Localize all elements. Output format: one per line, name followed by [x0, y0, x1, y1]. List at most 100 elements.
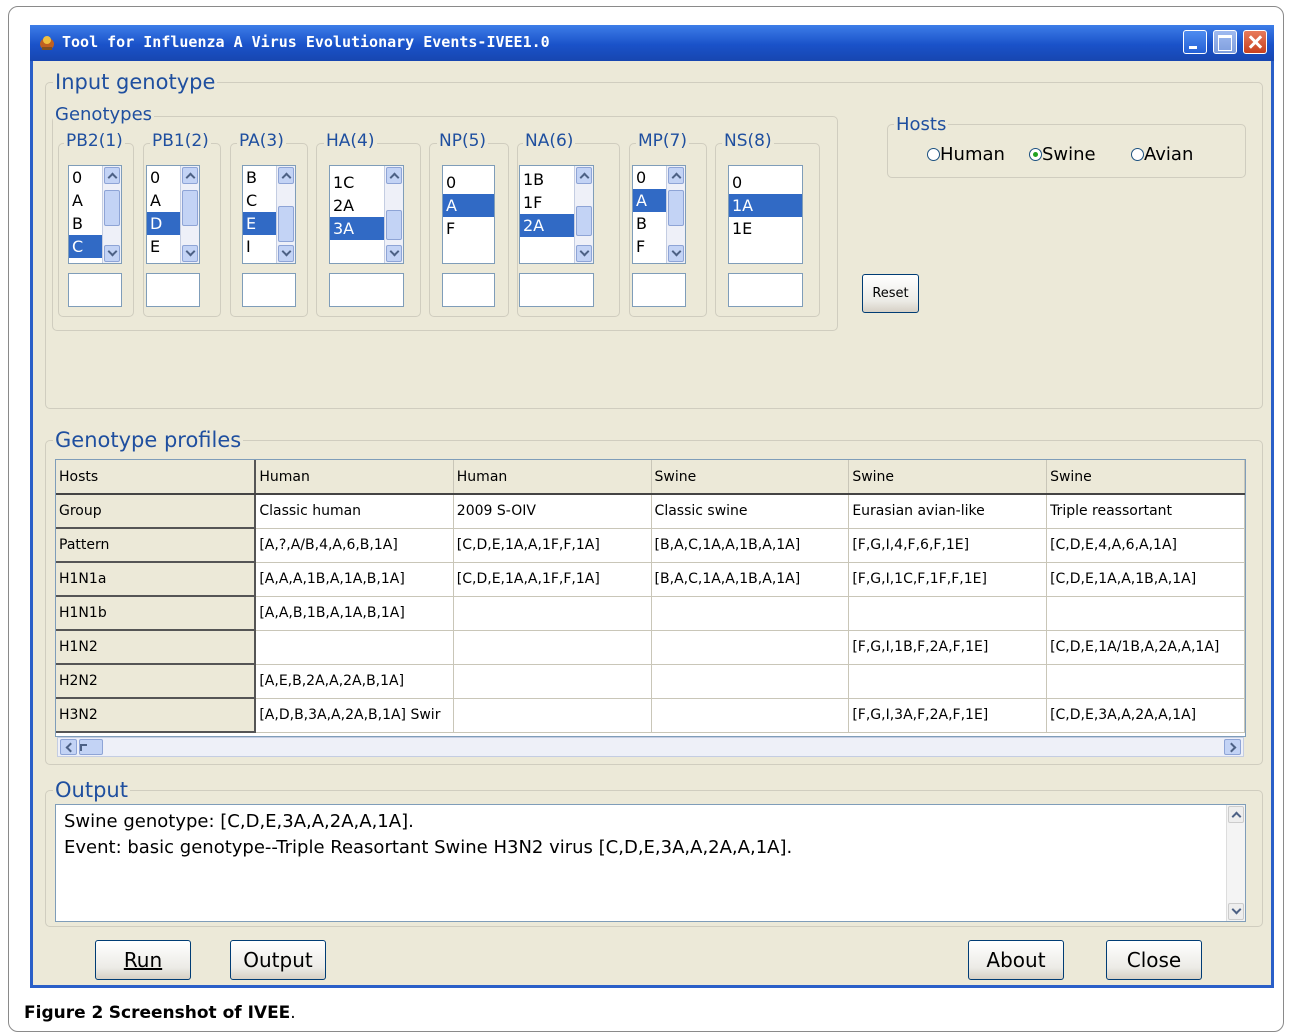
table-cell[interactable]: [C,D,E,4,A,6,A,1A] [1046, 528, 1245, 563]
scroll-down-icon[interactable] [1228, 903, 1244, 920]
segment-input-np[interactable] [442, 273, 495, 307]
list-item-selected[interactable]: A [443, 194, 494, 217]
table-horizontal-scrollbar[interactable] [57, 737, 1244, 757]
table-cell[interactable]: Swine [848, 460, 1048, 495]
scroll-thumb[interactable] [668, 190, 684, 226]
table-cell[interactable] [651, 596, 850, 631]
host-option-avian[interactable]: Avian [1131, 144, 1193, 165]
scroll-thumb[interactable] [104, 190, 120, 226]
about-button[interactable]: About [968, 940, 1064, 980]
table-cell[interactable]: [F,G,I,1B,F,2A,F,1E] [848, 630, 1048, 665]
table-cell[interactable]: Classic swine [651, 494, 850, 529]
scroll-down-icon[interactable] [278, 245, 294, 262]
scroll-down-icon[interactable] [668, 245, 684, 262]
output-scrollbar[interactable] [1226, 805, 1245, 921]
table-cell[interactable] [848, 664, 1048, 699]
table-cell[interactable]: Human [453, 460, 652, 495]
table-cell[interactable] [1046, 596, 1245, 631]
maximize-button[interactable] [1213, 30, 1237, 54]
reset-button[interactable]: Reset [862, 274, 919, 313]
scroll-right-icon[interactable] [1224, 739, 1241, 755]
table-cell[interactable]: [C,D,E,3A,A,2A,A,1A] [1046, 698, 1245, 733]
scrollbar[interactable] [574, 166, 593, 263]
scroll-thumb[interactable] [79, 739, 103, 755]
listbox-pb2[interactable]: 0 A B C [68, 165, 122, 264]
list-item-selected[interactable]: 2A [520, 214, 577, 237]
list-item[interactable]: F [443, 217, 494, 240]
table-cell[interactable] [453, 630, 652, 665]
table-cell[interactable]: Triple reassortant [1046, 494, 1245, 529]
close-window-button[interactable] [1243, 30, 1267, 54]
table-cell[interactable] [1046, 664, 1245, 699]
segment-input-pa[interactable] [242, 273, 296, 307]
table-cell[interactable] [453, 596, 652, 631]
scroll-thumb[interactable] [182, 190, 198, 226]
segment-input-na[interactable] [519, 273, 594, 307]
table-cell[interactable]: [A,D,B,3A,A,2A,B,1A] Swir [255, 698, 454, 733]
table-cell[interactable]: [F,G,I,4,F,6,F,1E] [848, 528, 1048, 563]
radio-selected-icon[interactable] [1029, 148, 1042, 161]
scroll-up-icon[interactable] [182, 167, 198, 184]
table-cell[interactable] [255, 630, 454, 665]
segment-input-mp[interactable] [632, 273, 686, 307]
table-cell[interactable]: [B,A,C,1A,A,1B,A,1A] [651, 562, 850, 597]
listbox-mp[interactable]: 0 A B F [632, 165, 686, 264]
output-button[interactable]: Output [230, 940, 326, 980]
scrollbar[interactable] [102, 166, 121, 263]
scroll-left-icon[interactable] [60, 739, 77, 755]
host-option-human[interactable]: Human [927, 144, 1005, 165]
scroll-down-icon[interactable] [576, 245, 592, 262]
listbox-np[interactable]: 0 A F [442, 165, 495, 264]
segment-input-ns[interactable] [728, 273, 803, 307]
scroll-down-icon[interactable] [386, 245, 402, 262]
scroll-up-icon[interactable] [1228, 806, 1244, 823]
table-cell[interactable] [848, 596, 1048, 631]
scroll-up-icon[interactable] [668, 167, 684, 184]
minimize-button[interactable] [1183, 30, 1207, 54]
table-cell[interactable]: [C,D,E,1A/1B,A,2A,A,1A] [1046, 630, 1245, 665]
table-cell[interactable]: [A,E,B,2A,A,2A,B,1A] [255, 664, 454, 699]
table-cell[interactable]: [A,?,A/B,4,A,6,B,1A] [255, 528, 454, 563]
table-cell[interactable]: [A,A,B,1B,A,1A,B,1A] [255, 596, 454, 631]
table-cell[interactable]: Human [255, 460, 454, 495]
list-item-selected[interactable]: 1A [729, 194, 802, 217]
scrollbar[interactable] [384, 166, 403, 263]
table-cell[interactable]: [B,A,C,1A,A,1B,A,1A] [651, 528, 850, 563]
list-item[interactable]: 1E [729, 217, 802, 240]
scrollbar[interactable] [666, 166, 685, 263]
scroll-thumb[interactable] [386, 210, 402, 240]
table-cell[interactable]: Swine [651, 460, 850, 495]
segment-input-pb1[interactable] [146, 273, 200, 307]
table-cell[interactable] [453, 664, 652, 699]
scroll-up-icon[interactable] [104, 167, 120, 184]
table-cell[interactable]: [C,D,E,1A,A,1F,F,1A] [453, 528, 652, 563]
table-cell[interactable]: Eurasian avian-like [848, 494, 1048, 529]
list-item[interactable]: 0 [729, 171, 802, 194]
scroll-up-icon[interactable] [278, 167, 294, 184]
run-button[interactable]: Run [95, 940, 191, 980]
scrollbar[interactable] [180, 166, 199, 263]
scroll-up-icon[interactable] [576, 167, 592, 184]
radio-icon[interactable] [1131, 148, 1144, 161]
table-cell[interactable] [453, 698, 652, 733]
scroll-down-icon[interactable] [182, 245, 198, 262]
profiles-table[interactable]: Hosts Human Human Swine Swine Swine Grou… [55, 459, 1246, 737]
close-button[interactable]: Close [1106, 940, 1202, 980]
scroll-down-icon[interactable] [104, 245, 120, 262]
table-cell[interactable]: Swine [1046, 460, 1245, 495]
scroll-thumb[interactable] [278, 206, 294, 242]
host-option-swine[interactable]: Swine [1029, 144, 1096, 165]
list-item[interactable]: 0 [443, 171, 494, 194]
table-cell[interactable] [651, 630, 850, 665]
scrollbar[interactable] [276, 166, 295, 263]
list-item-selected[interactable]: 3A [330, 217, 387, 240]
segment-input-pb2[interactable] [68, 273, 122, 307]
table-cell[interactable]: [A,A,A,1B,A,1A,B,1A] [255, 562, 454, 597]
segment-input-ha[interactable] [329, 273, 404, 307]
table-cell[interactable] [651, 698, 850, 733]
listbox-ns[interactable]: 0 1A 1E [728, 165, 803, 264]
listbox-pa[interactable]: B C E I [242, 165, 296, 264]
table-cell[interactable]: Classic human [255, 494, 454, 529]
table-cell[interactable]: [F,G,I,1C,F,1F,F,1E] [848, 562, 1048, 597]
table-cell[interactable] [651, 664, 850, 699]
